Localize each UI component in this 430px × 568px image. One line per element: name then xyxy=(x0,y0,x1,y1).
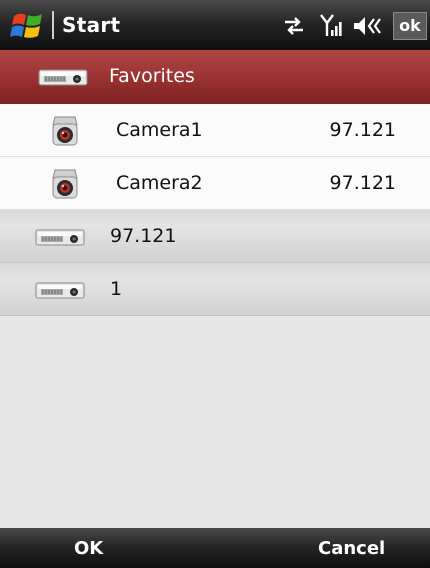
softkey-bar: OK Cancel xyxy=(0,528,430,568)
camera-name: Camera1 xyxy=(116,119,203,141)
start-title[interactable]: Start xyxy=(62,13,120,37)
dvr-icon xyxy=(35,280,85,300)
dvr-icon xyxy=(35,227,85,247)
camera-address: 97.121 xyxy=(329,172,396,194)
speaker-icon xyxy=(354,17,381,35)
camera-icon xyxy=(50,168,80,200)
dvr-icon xyxy=(38,67,88,87)
device-group-row[interactable]: 1 xyxy=(0,263,430,316)
windows-start-icon[interactable] xyxy=(10,11,44,41)
data-sync-icon xyxy=(285,17,303,35)
camera-list-item[interactable]: Camera2 97.121 xyxy=(0,157,430,210)
camera-address: 97.121 xyxy=(329,119,396,141)
device-group-label: 1 xyxy=(110,278,123,300)
ok-button[interactable]: ok xyxy=(393,12,427,40)
list-empty-area xyxy=(0,316,430,528)
ok-softkey[interactable]: OK xyxy=(74,538,103,559)
camera-list-item[interactable]: Camera1 97.121 xyxy=(0,104,430,157)
device-group-row[interactable]: 97.121 xyxy=(0,210,430,263)
favorites-label: Favorites xyxy=(109,65,195,87)
camera-name: Camera2 xyxy=(116,172,203,194)
camera-icon xyxy=(50,115,80,147)
status-bar: Start ok xyxy=(0,0,430,50)
favorites-header-row[interactable]: Favorites xyxy=(0,50,430,104)
device-group-label: 97.121 xyxy=(110,225,177,247)
signal-strength-icon xyxy=(320,14,342,36)
title-separator xyxy=(52,11,54,39)
cancel-softkey[interactable]: Cancel xyxy=(318,538,385,559)
